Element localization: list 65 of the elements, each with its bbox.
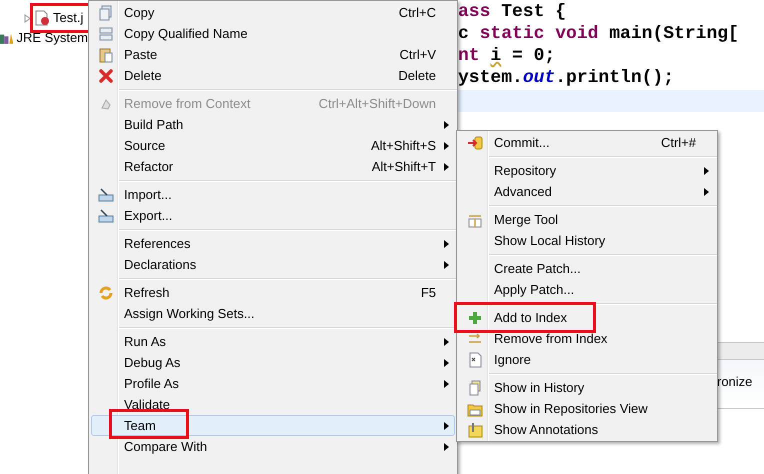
import-icon (98, 186, 114, 202)
expand-arrow-icon[interactable] (24, 14, 31, 22)
submenu-arrow-icon (444, 338, 448, 346)
refresh-icon (98, 284, 114, 300)
menu-item[interactable]: Export... (91, 205, 455, 226)
menu-item[interactable]: Advanced (459, 181, 715, 202)
menu-item[interactable]: Refresh F5 (91, 282, 455, 303)
submenu-arrow-icon (704, 188, 708, 196)
code-line: c static void main(String[ (458, 24, 739, 44)
submenu-arrow-icon (704, 166, 708, 174)
menu-item[interactable]: Copy Ctrl+C (91, 2, 455, 23)
java-file-icon (34, 10, 50, 26)
menu-item[interactable]: Apply Patch... (459, 279, 715, 300)
menu-item[interactable]: Merge Tool (459, 209, 715, 230)
submenu-arrow-icon (444, 422, 448, 430)
copy-icon (98, 26, 114, 42)
tree-item-label[interactable]: JRE System (16, 28, 88, 48)
submenu-arrow-icon (444, 142, 448, 150)
submenu-arrow-icon (444, 240, 448, 248)
panel-text: ronize (717, 374, 752, 389)
menu-item[interactable]: Show in History (459, 377, 715, 398)
menu-item[interactable]: Import... (91, 184, 455, 205)
tree-item-label[interactable]: Test.j (53, 8, 84, 28)
menu-item[interactable]: Refactor Alt+Shift+T (91, 156, 455, 177)
menu-item[interactable]: Commit... Ctrl+# (459, 132, 715, 153)
menu-item[interactable]: Add to Index (459, 307, 715, 328)
commit-icon (467, 134, 483, 150)
menu-item[interactable]: Remove from Index (459, 328, 715, 349)
menu-item[interactable]: Paste Ctrl+V (91, 44, 455, 65)
submenu-arrow-icon (444, 380, 448, 388)
code-line: ystem.out.println(); (458, 68, 674, 88)
menu-item[interactable]: Show in Repositories View (459, 398, 715, 419)
menu-item[interactable]: References (91, 233, 455, 254)
submenu-arrow-icon (444, 442, 448, 450)
menu-item[interactable]: Repository (459, 160, 715, 181)
code-line: ass Test { (458, 2, 566, 22)
menu-item[interactable]: Show Annotations (459, 419, 715, 440)
menu-item[interactable]: Declarations (91, 254, 455, 275)
menu-item[interactable]: Delete Delete (91, 65, 455, 86)
menu-item[interactable]: Build Path (91, 114, 455, 135)
menu-item[interactable]: Team (91, 415, 455, 436)
menu-item[interactable]: Compare With (91, 436, 455, 457)
menu-item[interactable]: Run As (91, 331, 455, 352)
export-icon (98, 208, 114, 224)
file-icon (467, 352, 483, 368)
code-line: nt i = 0; (458, 46, 556, 66)
menu-item[interactable]: Copy Qualified Name (91, 23, 455, 44)
menu-item[interactable]: Source Alt+Shift+S (91, 135, 455, 156)
copy-icon (98, 4, 114, 20)
menu-item[interactable]: Validate (91, 394, 455, 415)
menu-item[interactable]: Debug As (91, 352, 455, 373)
menu-item[interactable]: Assign Working Sets... (91, 303, 455, 324)
menu-item[interactable]: Create Patch... (459, 258, 715, 279)
menu-item[interactable]: Ignore (459, 349, 715, 370)
submenu-arrow-icon (444, 260, 448, 268)
delete-icon (98, 68, 114, 84)
submenu-arrow-icon (444, 120, 448, 128)
annotation-icon (467, 422, 483, 438)
submenu-arrow-icon (444, 358, 448, 366)
plus-icon (467, 310, 483, 326)
menu-item[interactable]: Profile As (91, 373, 455, 394)
menu-item[interactable]: Show Local History (459, 230, 715, 251)
history-icon (467, 380, 483, 396)
clipboard-icon (98, 46, 114, 62)
submenu-arrow-icon (444, 162, 448, 170)
